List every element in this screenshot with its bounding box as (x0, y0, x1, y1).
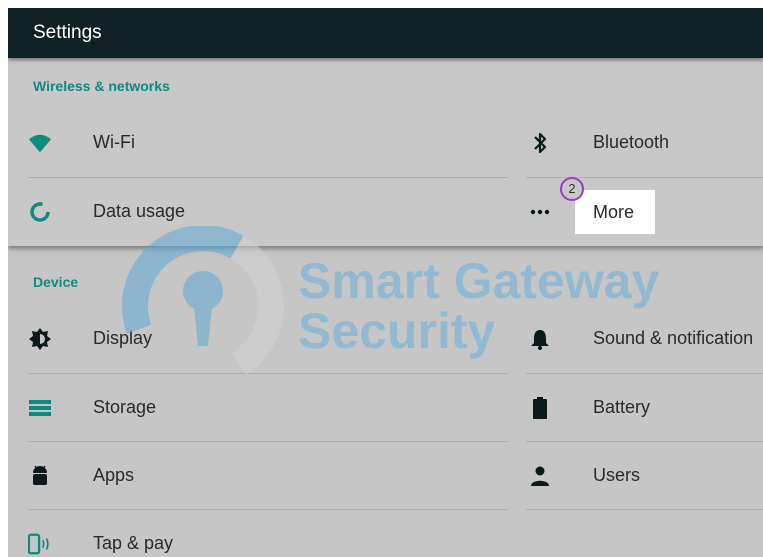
app-bar: Settings (8, 8, 763, 58)
section-header-device: Device (33, 274, 79, 290)
divider (28, 177, 508, 178)
settings-item-label: Wi-Fi (93, 132, 135, 152)
android-settings-screen: Settings Wireless & networks Wi-Fi Bluet… (8, 8, 763, 557)
settings-item-battery[interactable]: Battery (508, 375, 763, 441)
settings-item-label: Tap & pay (93, 533, 174, 553)
settings-item-storage[interactable]: Storage (8, 375, 508, 441)
bluetooth-icon (528, 131, 552, 155)
settings-item-label: Bluetooth (593, 132, 670, 152)
divider (28, 509, 508, 510)
user-icon (528, 464, 552, 488)
settings-item-label: Display (93, 328, 153, 348)
settings-item-sound[interactable]: Sound & notification (508, 306, 763, 372)
settings-item-users[interactable]: Users (508, 443, 763, 509)
settings-item-wifi[interactable]: Wi-Fi (8, 110, 508, 176)
more-dots-icon (528, 200, 552, 224)
divider (28, 441, 508, 442)
divider (28, 373, 508, 374)
bell-icon (528, 327, 552, 351)
settings-item-label: Battery (593, 397, 651, 417)
settings-item-display[interactable]: Display (8, 306, 508, 372)
divider (526, 373, 763, 374)
storage-icon (28, 396, 52, 420)
settings-item-label: Sound & notification (593, 328, 754, 348)
settings-item-tap-pay[interactable]: Tap & pay (8, 511, 508, 557)
section-header-wireless: Wireless & networks (33, 78, 170, 94)
step-number-badge: 2 (560, 177, 584, 201)
settings-item-apps[interactable]: Apps (8, 443, 508, 509)
divider (526, 177, 763, 178)
settings-item-label: Storage (93, 397, 157, 417)
settings-item-bluetooth[interactable]: Bluetooth (508, 110, 763, 176)
settings-item-data-usage[interactable]: Data usage (8, 179, 508, 245)
display-brightness-icon (28, 327, 52, 351)
settings-item-more-label[interactable]: More (593, 202, 634, 223)
tap-pay-icon (28, 532, 52, 556)
divider (526, 509, 763, 510)
settings-item-label: Apps (93, 465, 135, 485)
settings-item-label: Users (593, 465, 641, 485)
wifi-icon (28, 131, 52, 155)
device-section: Device Display Sound & notification Stor… (8, 258, 763, 557)
page-title: Settings (33, 22, 102, 43)
android-icon (28, 464, 52, 488)
battery-icon (528, 396, 552, 420)
settings-item-label: Data usage (93, 201, 186, 221)
divider (526, 441, 763, 442)
data-usage-icon (28, 200, 52, 224)
